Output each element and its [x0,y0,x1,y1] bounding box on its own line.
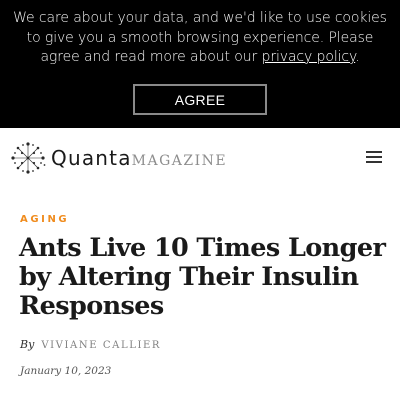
logo-primary-text: Quanta [51,146,132,170]
cookie-message-end: . [355,49,360,65]
site-header: Quanta magazine [0,128,400,188]
menu-line [366,161,382,163]
article-title: Ants Live 10 Times Longer by Altering Th… [19,233,386,321]
article-category[interactable]: AGING [20,214,69,225]
privacy-policy-link[interactable]: privacy policy [262,49,356,65]
menu-line [366,151,382,153]
site-logo[interactable]: Quanta magazine [9,141,227,175]
cookie-banner: We care about your data, and we'd like t… [0,0,400,128]
agree-button[interactable]: AGREE [133,84,267,115]
quanta-logo-icon [11,142,46,174]
menu-line [366,156,382,158]
byline-prefix: By [20,338,35,351]
hamburger-menu-icon[interactable] [366,150,382,164]
byline: By VIVIANE CALLIER [20,338,161,351]
logo-secondary-text: magazine [131,146,228,170]
cookie-message: We care about your data, and we'd like t… [10,9,390,68]
author-name[interactable]: VIVIANE CALLIER [41,340,161,351]
publication-date: January 10, 2023 [20,365,112,377]
